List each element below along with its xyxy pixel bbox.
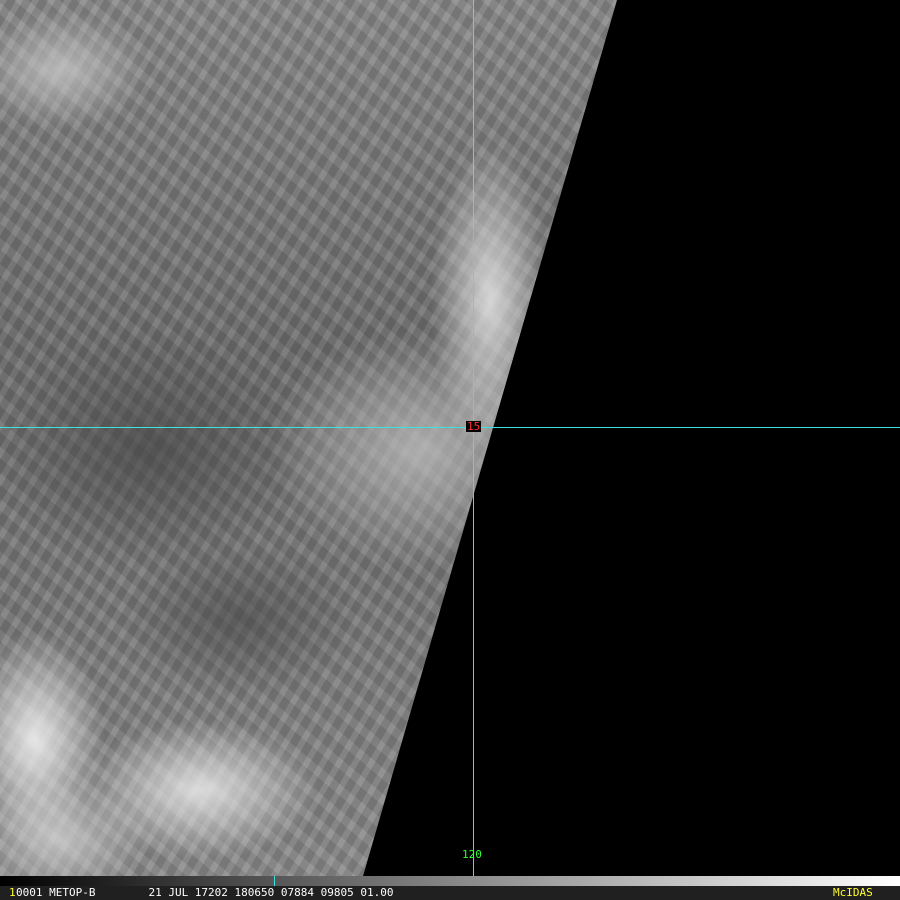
longitude-label: 120 [462, 848, 482, 861]
mcidas-brand: McIDAS [833, 886, 873, 899]
frame-number: 1 [9, 886, 16, 899]
satellite-swath-imagery [0, 0, 617, 876]
latitude-label: 15 [466, 420, 482, 433]
status-bar: 1 0001 METOP-B 21 JUL 17202 180650 07884 … [0, 886, 900, 900]
satellite-image-display: 15 120 1 0001 METOP-B 21 JUL 17202 180650… [0, 0, 900, 900]
colorbar-marker [274, 876, 275, 886]
latitude-gridline [0, 427, 900, 428]
image-info: 0001 METOP-B 21 JUL 17202 180650 07884 0… [16, 886, 394, 899]
longitude-gridline [473, 0, 474, 876]
grayscale-colorbar [0, 876, 900, 886]
